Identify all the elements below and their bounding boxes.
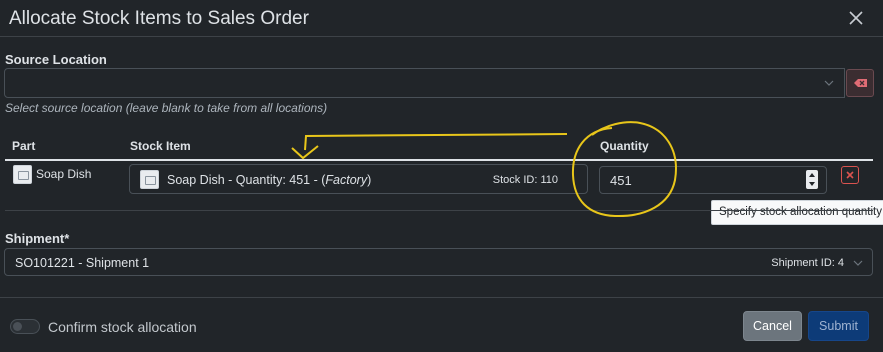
confirm-allocation-label: Confirm stock allocation [48,319,197,335]
shipment-label: Shipment* [5,231,70,246]
delete-row-button[interactable] [841,166,859,184]
shipment-value: SO101221 - Shipment 1 [15,256,150,270]
dialog-title: Allocate Stock Items to Sales Order [9,8,309,29]
quantity-input[interactable] [599,166,827,194]
chevron-down-icon [853,260,863,266]
source-location-label: Source Location [5,52,107,67]
image-thumbnail-icon [13,165,32,184]
shipment-select[interactable]: SO101221 - Shipment 1 Shipment ID: 4 [4,248,873,276]
quantity-tooltip: Specify stock allocation quantity [711,200,883,225]
column-header-quantity: Quantity [600,139,649,153]
image-thumbnail-icon [140,170,159,189]
table-row-divider [5,210,873,211]
source-location-help: Select source location (leave blank to t… [5,101,328,115]
chevron-down-icon [824,80,834,86]
shipment-id: Shipment ID: 4 [771,257,844,269]
delete-row-icon [846,171,854,179]
submit-button[interactable]: Submit [808,311,869,341]
source-location-select[interactable] [4,68,845,98]
annotation-arrow-head [291,145,319,160]
part-name: Soap Dish [36,167,92,181]
clear-location-button[interactable] [846,69,874,97]
dialog-header: Allocate Stock Items to Sales Order [0,0,883,37]
column-header-stock-item: Stock Item [130,139,191,153]
column-header-part: Part [12,139,36,153]
annotation-arrow-line [304,133,568,151]
footer-divider [0,297,883,298]
close-icon[interactable] [847,9,865,27]
cancel-button[interactable]: Cancel [743,311,802,341]
stock-id: Stock ID: 110 [492,174,558,186]
table-header-divider [5,159,873,161]
confirm-allocation-toggle[interactable] [10,319,40,334]
clear-icon [854,79,867,87]
stock-item-text: Soap Dish - Quantity: 451 - (Factory) [167,173,372,187]
stock-item-select[interactable]: Soap Dish - Quantity: 451 - (Factory) St… [129,164,588,194]
quantity-stepper[interactable] [806,170,818,189]
